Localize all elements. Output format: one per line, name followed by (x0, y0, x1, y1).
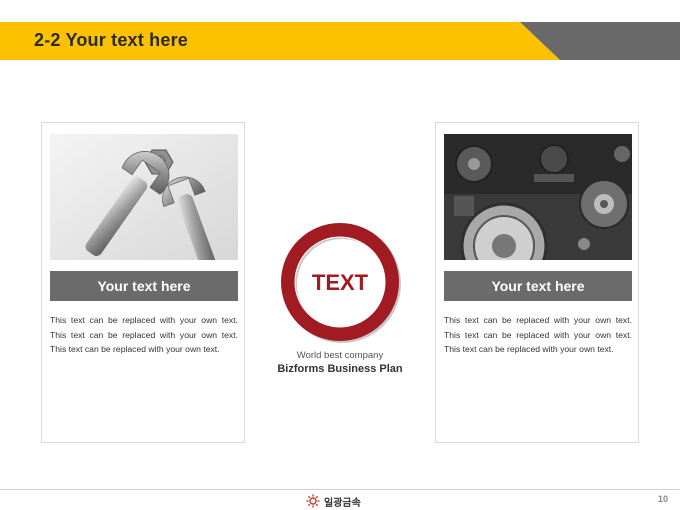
ring-text: TEXT (311, 270, 369, 295)
company-logo: 일광금속 (306, 494, 361, 509)
company-tagline: World best company (296, 350, 384, 361)
engine-photo (444, 134, 632, 260)
left-card-body: This text can be replaced with your own … (50, 315, 238, 355)
page-number: 10 (657, 494, 668, 504)
page-title: 2-2 Your text here (34, 30, 188, 50)
logo-text: 일광금속 (324, 497, 361, 509)
right-card-title: Your text here (444, 271, 632, 301)
header-band: 2-2 Your text here (0, 22, 680, 60)
right-card: Your text here This text can be replaced… (435, 122, 639, 443)
footer-divider (0, 489, 680, 490)
sun-gear-icon (306, 494, 320, 508)
wrenches-photo (50, 134, 238, 260)
plan-name: Bizforms Business Plan (277, 363, 403, 375)
left-card: Your text here This text can be replaced… (41, 122, 245, 443)
right-card-body: This text can be replaced with your own … (444, 315, 632, 355)
left-card-title: Your text here (50, 271, 238, 301)
